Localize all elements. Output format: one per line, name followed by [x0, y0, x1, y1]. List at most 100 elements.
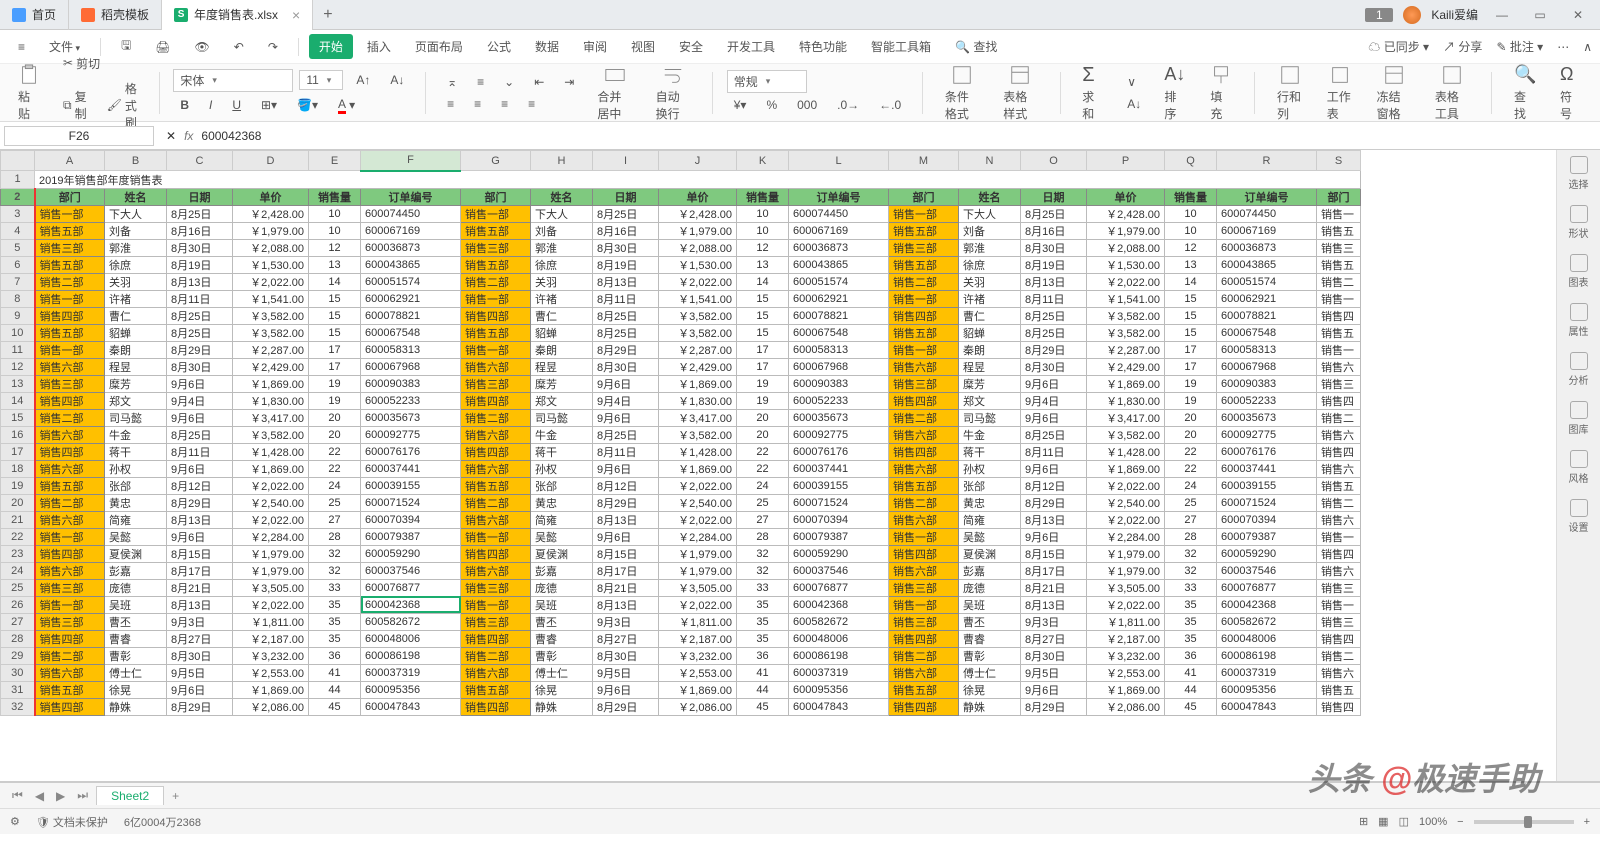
cell[interactable]: 8月17日 [1021, 562, 1087, 579]
cell[interactable]: 徐晃 [531, 681, 593, 698]
cell[interactable]: 销售一部 [461, 205, 531, 222]
row-header-14[interactable]: 14 [1, 392, 35, 409]
cell[interactable]: 销售三 [1317, 375, 1361, 392]
cell[interactable]: 郭淮 [105, 239, 167, 256]
cell[interactable]: 9月6日 [167, 409, 233, 426]
cell[interactable]: 600095356 [361, 681, 461, 698]
cell[interactable]: 600076877 [361, 579, 461, 596]
row-header-8[interactable]: 8 [1, 290, 35, 307]
cell[interactable]: 销售四部 [889, 392, 959, 409]
cell[interactable]: 25 [309, 494, 361, 511]
cell[interactable]: 600074450 [789, 205, 889, 222]
cell[interactable]: 8月29日 [1021, 341, 1087, 358]
cell[interactable]: 刘备 [105, 222, 167, 239]
font-size-select[interactable]: 11 [299, 70, 343, 90]
cell[interactable]: ￥3,582.00 [233, 426, 309, 443]
cell[interactable]: 15 [737, 324, 789, 341]
cell[interactable]: 600048006 [361, 630, 461, 647]
cell[interactable]: 13 [1165, 256, 1217, 273]
cell[interactable]: 销售一 [1317, 290, 1361, 307]
cell[interactable]: 销售一 [1317, 205, 1361, 222]
cell[interactable]: 35 [737, 613, 789, 630]
cell[interactable]: 35 [309, 596, 361, 613]
row-header-26[interactable]: 26 [1, 596, 35, 613]
cell[interactable]: 8月13日 [1021, 596, 1087, 613]
cell[interactable]: ￥3,582.00 [1087, 307, 1165, 324]
cell[interactable]: 600079387 [789, 528, 889, 545]
row-header-18[interactable]: 18 [1, 460, 35, 477]
row-header-25[interactable]: 25 [1, 579, 35, 596]
cell[interactable]: 600092775 [1217, 426, 1317, 443]
cell[interactable]: 销售五部 [889, 477, 959, 494]
cell[interactable]: 8月17日 [593, 562, 659, 579]
cell[interactable]: ￥2,022.00 [233, 273, 309, 290]
cell[interactable]: 销售二部 [35, 494, 105, 511]
view-page-icon[interactable]: ▦ [1378, 815, 1388, 828]
cell[interactable]: 销售二 [1317, 647, 1361, 664]
cell[interactable]: 600086198 [361, 647, 461, 664]
col-header-cell[interactable]: 销售量 [737, 188, 789, 205]
cell[interactable]: 销售六部 [889, 426, 959, 443]
cell[interactable]: 24 [1165, 477, 1217, 494]
cell[interactable]: ￥2,553.00 [1087, 664, 1165, 681]
cell[interactable]: 销售四 [1317, 392, 1361, 409]
col-header-R[interactable]: R [1217, 151, 1317, 171]
cell[interactable]: 600059290 [789, 545, 889, 562]
menu-data[interactable]: 数据 [525, 34, 569, 59]
cell[interactable]: 15 [1165, 324, 1217, 341]
cell[interactable]: 600079387 [1217, 528, 1317, 545]
cell[interactable]: 9月6日 [167, 681, 233, 698]
cell[interactable]: 20 [309, 426, 361, 443]
col-header-G[interactable]: G [461, 151, 531, 171]
cell[interactable]: ￥2,086.00 [1087, 698, 1165, 715]
cell[interactable]: 销售五 [1317, 256, 1361, 273]
cell[interactable]: 27 [309, 511, 361, 528]
cell[interactable]: 8月15日 [167, 545, 233, 562]
cell[interactable]: 销售二部 [889, 647, 959, 664]
cell[interactable]: 9月4日 [1021, 392, 1087, 409]
cell[interactable]: ￥2,287.00 [233, 341, 309, 358]
cell[interactable]: 600039155 [789, 477, 889, 494]
cell[interactable]: 15 [1165, 290, 1217, 307]
cell[interactable]: 庞德 [959, 579, 1021, 596]
cell[interactable]: 销售五 [1317, 222, 1361, 239]
cell[interactable]: ￥3,582.00 [659, 307, 737, 324]
dec-inc[interactable]: .0→ [830, 95, 866, 115]
col-header-I[interactable]: I [593, 151, 659, 171]
cell[interactable]: 600043865 [1217, 256, 1317, 273]
cell[interactable]: 销售五部 [461, 681, 531, 698]
cell[interactable]: 秦朗 [531, 341, 593, 358]
cell[interactable]: 600036873 [361, 239, 461, 256]
cell[interactable]: ￥3,232.00 [233, 647, 309, 664]
cell[interactable]: 9月6日 [1021, 375, 1087, 392]
cell[interactable]: 销售六部 [35, 562, 105, 579]
cell[interactable]: 下大人 [105, 205, 167, 222]
cell[interactable]: 销售六 [1317, 460, 1361, 477]
cell[interactable]: 程昱 [531, 358, 593, 375]
menu-feature[interactable]: 特色功能 [789, 34, 857, 59]
row-header-7[interactable]: 7 [1, 273, 35, 290]
cell[interactable]: 下大人 [959, 205, 1021, 222]
cell[interactable]: 销售一部 [35, 290, 105, 307]
cell[interactable]: 600043865 [789, 256, 889, 273]
right-panel-0[interactable]: 选择 [1569, 156, 1589, 191]
fx-label[interactable]: fx [184, 129, 193, 143]
cell[interactable]: 8月25日 [167, 426, 233, 443]
menu-collapse[interactable]: ∧ [1583, 40, 1592, 54]
paste-button[interactable]: 粘贴 [10, 62, 48, 124]
col-header-O[interactable]: O [1021, 151, 1087, 171]
cell[interactable]: 600037319 [1217, 664, 1317, 681]
cell[interactable]: 600582672 [1217, 613, 1317, 630]
cell[interactable]: 600067169 [361, 222, 461, 239]
cell[interactable]: ￥1,830.00 [233, 392, 309, 409]
cell[interactable]: 600051574 [789, 273, 889, 290]
cell[interactable]: ￥2,540.00 [1087, 494, 1165, 511]
cell[interactable]: 17 [309, 358, 361, 375]
cell[interactable]: 蒋干 [531, 443, 593, 460]
cell[interactable]: 销售四部 [461, 630, 531, 647]
cell[interactable]: 600582672 [789, 613, 889, 630]
cell[interactable]: 曹仁 [105, 307, 167, 324]
cell[interactable]: 夏侯渊 [959, 545, 1021, 562]
align-left[interactable]: ≡ [440, 94, 461, 114]
zoom-out[interactable]: − [1457, 816, 1463, 828]
